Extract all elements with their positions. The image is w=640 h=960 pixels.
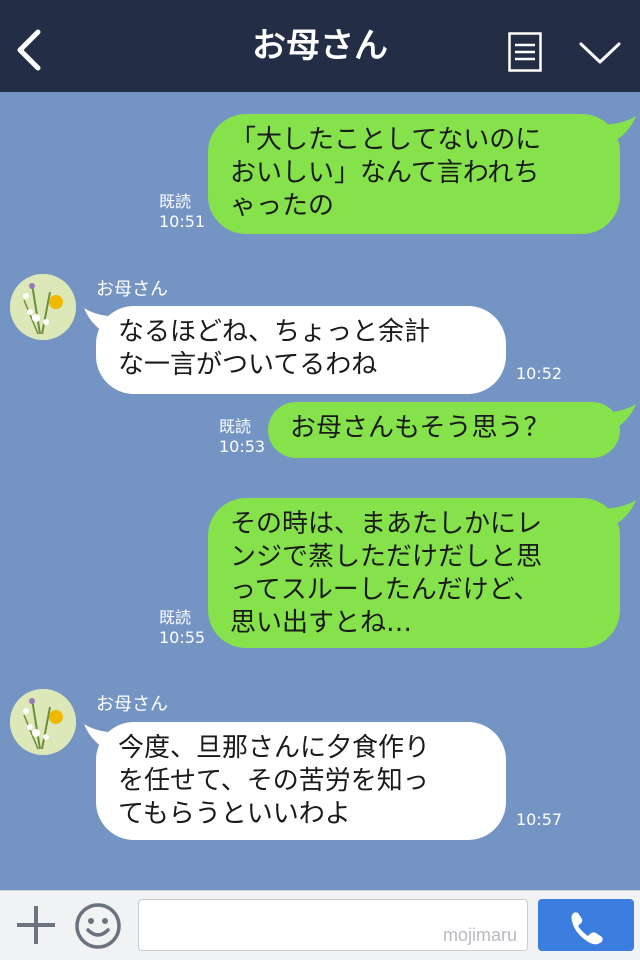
- message-time: 10:55: [159, 628, 206, 647]
- message-bubble-outgoing[interactable]: その時は、まあたしかにレ ンジで蒸しただけだしと思 ってスルーしたんだけど、 思…: [208, 498, 620, 648]
- message-text: その時は、まあたしかにレ ンジで蒸しただけだしと思 ってスルーしたんだけど、 思…: [230, 509, 543, 638]
- read-receipt: 既読: [219, 417, 252, 436]
- message-meta: 既読 10:53: [219, 417, 265, 457]
- chat-title: お母さん: [252, 26, 388, 66]
- avatar[interactable]: [10, 689, 76, 755]
- message-time: 10:52: [516, 364, 563, 383]
- smiley-icon: [75, 903, 121, 949]
- chevron-left-icon: [17, 29, 41, 71]
- back-button[interactable]: [14, 28, 44, 72]
- message-time: 10:51: [159, 212, 206, 231]
- message-text: なるほどね、ちょっと余計 な一言がついてるわね: [118, 317, 431, 380]
- input-bar: mojimaru: [0, 890, 640, 960]
- sender-name: お母さん: [96, 694, 168, 715]
- dropdown-button[interactable]: [578, 38, 622, 68]
- message-time: 10:53: [219, 437, 266, 456]
- plus-icon: [17, 906, 55, 944]
- chevron-down-icon: [579, 42, 621, 64]
- sender-name: お母さん: [96, 279, 168, 300]
- message-bubble-outgoing[interactable]: 「大したことしてないのに おいしい」なんて言われち ゃったの: [208, 114, 620, 234]
- chat-header: お母さん: [0, 0, 640, 92]
- add-button[interactable]: [14, 903, 58, 947]
- read-receipt: 既読: [159, 192, 192, 211]
- message-time: 10:57: [516, 810, 563, 829]
- menu-button[interactable]: [508, 32, 542, 72]
- message-bubble-incoming[interactable]: 今度、旦那さんに夕食作り を任せて、その苦労を知っ てもらうといいわよ: [96, 722, 506, 840]
- message-text: 今度、旦那さんに夕食作り を任せて、その苦労を知っ てもらうといいわよ: [118, 733, 431, 829]
- flower-avatar-icon: [10, 274, 76, 340]
- document-menu-icon: [508, 32, 542, 72]
- flower-avatar-icon: [10, 689, 76, 755]
- message-bubble-incoming[interactable]: なるほどね、ちょっと余計 な一言がついてるわね: [96, 306, 506, 394]
- phone-icon: [571, 912, 603, 945]
- message-input[interactable]: mojimaru: [138, 899, 528, 951]
- chat-area[interactable]: 「大したことしてないのに おいしい」なんて言われち ゃったの 既読 10:51 …: [0, 92, 640, 890]
- emoji-button[interactable]: [74, 902, 122, 950]
- message-bubble-outgoing[interactable]: お母さんもそう思う？: [268, 402, 620, 458]
- message-meta: 既読 10:51: [159, 192, 205, 232]
- message-text: 「大したことしてないのに おいしい」なんて言われち ゃったの: [230, 125, 542, 221]
- message-meta: 既読 10:55: [159, 608, 205, 648]
- avatar[interactable]: [10, 274, 76, 340]
- watermark-text: mojimaru: [442, 925, 517, 945]
- read-receipt: 既読: [159, 608, 192, 627]
- message-text: お母さんもそう思う？: [290, 413, 550, 443]
- call-button[interactable]: [538, 899, 634, 951]
